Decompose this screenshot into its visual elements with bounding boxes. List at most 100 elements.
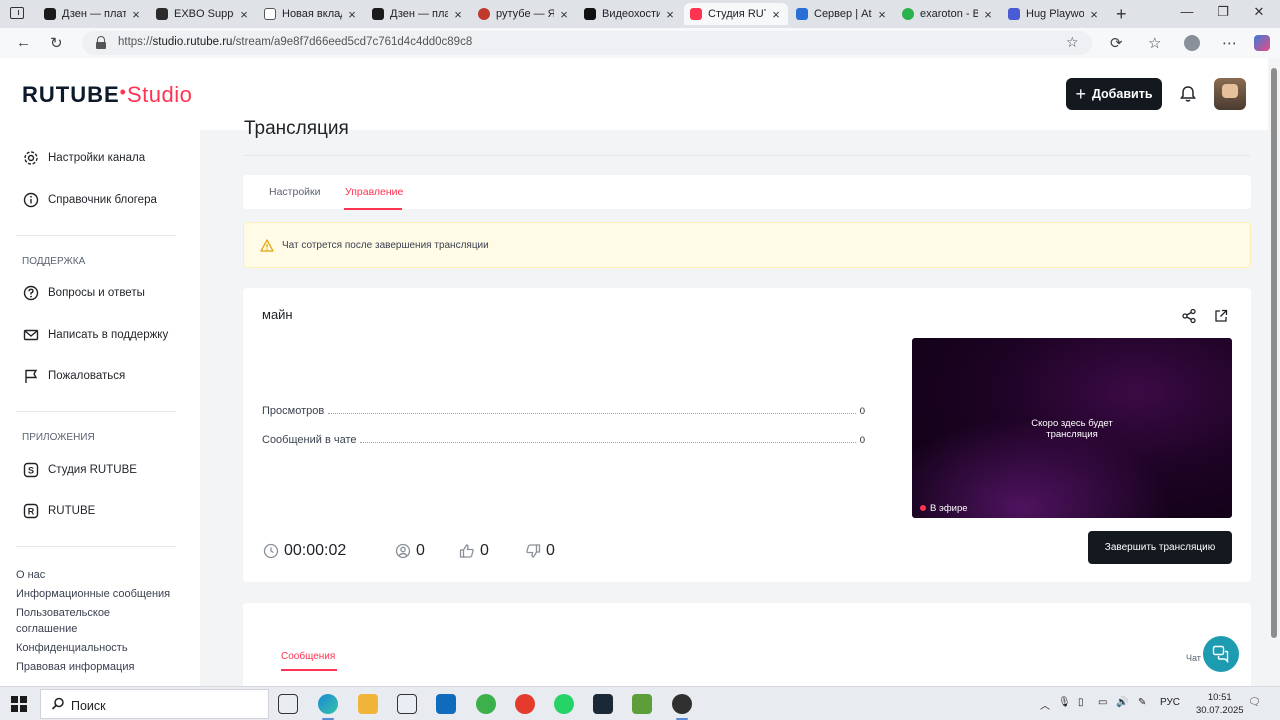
page-scrollbar[interactable] [1268, 58, 1280, 686]
active-tab-indicator [344, 208, 402, 210]
url-text: https://studio.rutube.ru/stream/a9e8f7d6… [118, 36, 473, 48]
viewer-icon [395, 543, 411, 559]
browser-tab[interactable]: Дзен — плат × [366, 3, 470, 25]
browser-tab[interactable]: exaroton - Ba × [896, 3, 1000, 25]
sidebar-item-blogger-guide[interactable]: Справочник блогера [22, 190, 157, 210]
minimize-icon[interactable]: — [1172, 4, 1202, 19]
tab-actions-icon[interactable] [10, 7, 24, 19]
tab-close-icon[interactable]: × [558, 7, 570, 22]
yandex-browser-icon[interactable] [515, 694, 535, 714]
tab-settings[interactable]: Настройки [269, 186, 321, 198]
mail-icon [22, 326, 40, 344]
tab-close-icon[interactable]: × [452, 7, 464, 22]
browser-tab[interactable]: Новая вклад × [258, 3, 364, 25]
tab-close-icon[interactable]: × [664, 7, 676, 22]
tab-close-icon[interactable]: × [238, 7, 250, 22]
file-explorer-icon[interactable] [358, 694, 378, 714]
sidebar-item-faq[interactable]: Вопросы и ответы [22, 283, 145, 303]
browser-tab[interactable]: рутубе — Ян × [472, 3, 576, 25]
sidebar-item-rutube[interactable]: R RUTUBE [22, 501, 95, 521]
footer-link-about[interactable]: О нас [16, 567, 186, 583]
title-divider [244, 155, 1250, 156]
profile-icon[interactable] [1184, 35, 1200, 51]
dotted-leader [360, 442, 856, 443]
tab-close-icon[interactable]: × [982, 7, 994, 22]
stream-preview[interactable]: Скоро здесь будет трансляция В эфире [912, 338, 1232, 518]
stat-row-chat-messages: Сообщений в чате 0 [262, 434, 865, 446]
sidebar-item-channel-settings[interactable]: Настройки канала [22, 148, 145, 168]
avatar[interactable] [1214, 78, 1246, 110]
live-dot-icon [920, 505, 926, 511]
help-chat-button[interactable] [1203, 636, 1239, 672]
whatsapp-icon[interactable] [554, 694, 574, 714]
url-field[interactable]: https://studio.rutube.ru/stream/a9e8f7d6… [82, 31, 1092, 55]
volume-icon[interactable]: 🔊 [1116, 697, 1128, 708]
tab-favicon-icon [478, 8, 490, 20]
back-icon[interactable]: ← [16, 34, 31, 51]
browser-menu-icon[interactable]: ⋯ [1222, 34, 1237, 52]
close-window-icon[interactable]: ✕ [1244, 4, 1274, 20]
minecraft-icon[interactable] [632, 694, 652, 714]
notifications-icon[interactable]: 🗨 [1248, 697, 1261, 708]
browser-tab[interactable]: Сервер | Ate × [790, 3, 894, 25]
browser-tab-active[interactable]: Студия RUTU × [684, 3, 788, 25]
sidebar-item-rutube-studio[interactable]: S Студия RUTUBE [22, 460, 137, 480]
store-icon[interactable] [397, 694, 417, 714]
duration-metric: 00:00:02 [263, 542, 346, 560]
footer-link-legal[interactable]: Правовая информация [16, 659, 186, 675]
tray-expand-icon[interactable]: ︿ [1040, 697, 1050, 712]
extensions-icon[interactable]: ⟳ [1110, 34, 1123, 52]
sidebar-item-report[interactable]: Пожаловаться [22, 366, 125, 386]
outlook-icon[interactable] [436, 694, 456, 714]
windows-start-icon[interactable] [11, 696, 27, 712]
steam-icon[interactable] [593, 694, 613, 714]
pen-icon[interactable]: ✎ [1138, 697, 1146, 708]
favorite-star-icon[interactable]: ☆ [1066, 34, 1079, 51]
add-button[interactable]: + Добавить [1066, 78, 1162, 110]
edge-browser-icon[interactable] [318, 694, 338, 720]
tab-close-icon[interactable]: × [770, 7, 782, 22]
chat-label[interactable]: Чат [1186, 653, 1201, 663]
browser-tab[interactable]: Дзен — плат × [38, 3, 148, 25]
sidebar-section-apps: ПРИЛОЖЕНИЯ [22, 432, 95, 443]
task-view-icon[interactable] [278, 694, 298, 714]
tab-management[interactable]: Управление [345, 186, 403, 198]
footer-link-privacy[interactable]: Конфиденциальность [16, 640, 186, 656]
scrollbar-thumb[interactable] [1271, 68, 1277, 638]
footer-link-info-messages[interactable]: Информационные сообщения [16, 586, 186, 602]
taskbar-search[interactable]: Поиск [40, 689, 269, 719]
device-icon[interactable]: ▯ [1078, 697, 1084, 708]
info-icon [22, 191, 40, 209]
browser-tab[interactable]: Видеохостин × [578, 3, 682, 25]
language-indicator[interactable]: РУС [1160, 697, 1180, 708]
logo[interactable]: RUTUBE•Studio [22, 82, 192, 108]
copilot-icon[interactable] [1254, 35, 1270, 51]
obs-icon[interactable] [672, 694, 692, 720]
share-icon[interactable] [1181, 308, 1197, 324]
tab-favicon-icon [690, 8, 702, 20]
tab-favicon-icon [264, 8, 276, 20]
tab-messages[interactable]: Сообщения [281, 651, 335, 662]
browser-tab[interactable]: Hug Playwork × [1002, 3, 1106, 25]
end-stream-button[interactable]: Завершить трансляцию [1088, 531, 1232, 564]
tab-favicon-icon [1008, 8, 1020, 20]
notifications-bell-icon[interactable] [1178, 84, 1198, 104]
favorites-icon[interactable]: ☆ [1148, 34, 1161, 52]
tab-close-icon[interactable]: × [876, 7, 888, 22]
reload-icon[interactable]: ↻ [50, 34, 63, 52]
page-title: Трансляция [244, 118, 349, 139]
page: RUTUBE•Studio + Добавить Настройки канал… [0, 58, 1268, 686]
open-external-icon[interactable] [1213, 308, 1229, 324]
restore-icon[interactable]: ❐ [1208, 4, 1238, 20]
tab-close-icon[interactable]: × [130, 7, 142, 22]
browser-tab[interactable]: EXBO Suppor × [150, 3, 256, 25]
tab-close-icon[interactable]: × [346, 7, 358, 22]
sidebar-item-write-support[interactable]: Написать в поддержку [22, 325, 168, 345]
new-tab-icon[interactable]: + [1116, 4, 1127, 25]
network-icon[interactable]: ▭ [1098, 697, 1107, 708]
footer-link-user-agreement[interactable]: Пользовательское соглашение [16, 605, 126, 637]
utorrent-icon[interactable] [476, 694, 496, 714]
tab-close-icon[interactable]: × [1088, 7, 1100, 22]
clock[interactable]: 10:51 30.07.2025 [1196, 691, 1244, 717]
microphone-icon[interactable]: 🎙 [1058, 697, 1071, 708]
